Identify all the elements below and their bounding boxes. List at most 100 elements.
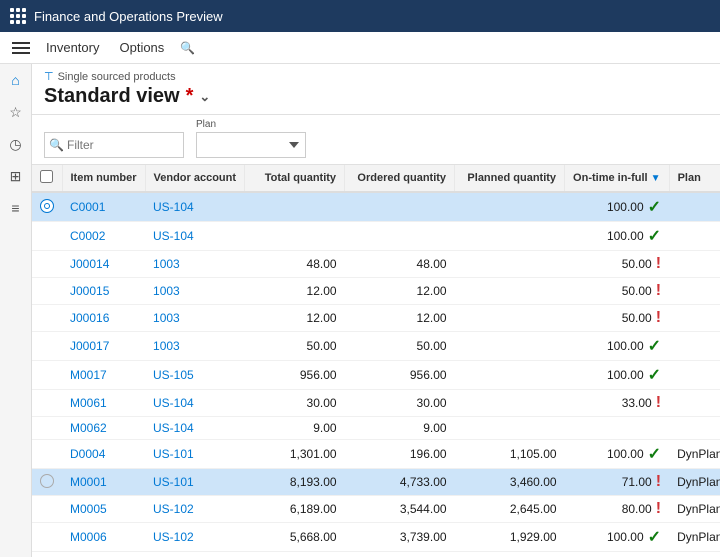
row-check-cell[interactable] <box>32 278 62 305</box>
table-body: C0001US-104100.00✓C0002US-104100.00✓J000… <box>32 192 720 557</box>
row-planned <box>455 417 565 440</box>
row-check-cell[interactable] <box>32 332 62 361</box>
vendor-link[interactable]: US-101 <box>153 475 194 489</box>
view-dropdown-chevron[interactable]: ⌄ <box>199 89 210 105</box>
table-row[interactable]: J00016100312.0012.0050.00! <box>32 305 720 332</box>
row-check-cell[interactable] <box>32 469 62 496</box>
table-row[interactable]: M0061US-10430.0030.0033.00! <box>32 390 720 417</box>
row-radio[interactable] <box>40 474 54 488</box>
row-check-cell[interactable] <box>32 361 62 390</box>
vendor-link[interactable]: 1003 <box>153 311 180 325</box>
row-item[interactable]: J00015 <box>62 278 145 305</box>
col-header-ordered[interactable]: Ordered quantity <box>345 165 455 192</box>
table-row[interactable]: J00017100350.0050.00100.00✓ <box>32 332 720 361</box>
sidebar-star-icon[interactable]: ☆ <box>4 100 28 124</box>
row-vendor: US-101 <box>145 469 245 496</box>
col-header-ontime[interactable]: On-time in-full ▼ <box>565 165 670 192</box>
item-link[interactable]: J00014 <box>70 257 109 271</box>
row-item[interactable]: M0005 <box>62 496 145 523</box>
table-row[interactable]: M0006US-1025,668.003,739.001,929.00100.0… <box>32 523 720 552</box>
vendor-link[interactable]: 1003 <box>153 257 180 271</box>
item-link[interactable]: M0001 <box>70 475 107 489</box>
item-link[interactable]: C0002 <box>70 229 105 243</box>
vendor-link[interactable]: US-104 <box>153 229 194 243</box>
item-link[interactable]: M0061 <box>70 396 107 410</box>
select-all-checkbox[interactable] <box>40 170 53 183</box>
col-header-plan[interactable]: Plan <box>669 165 720 192</box>
col-header-check[interactable] <box>32 165 62 192</box>
row-check-cell[interactable] <box>32 440 62 469</box>
row-item[interactable]: M0062 <box>62 417 145 440</box>
vendor-link[interactable]: 1003 <box>153 339 180 353</box>
menu-options[interactable]: Options <box>111 36 172 59</box>
row-planned <box>455 305 565 332</box>
sidebar-grid-icon[interactable]: ⊞ <box>4 164 28 188</box>
table-row[interactable]: J00014100348.0048.0050.00! <box>32 251 720 278</box>
vendor-link[interactable]: 1003 <box>153 284 180 298</box>
vendor-link[interactable]: US-104 <box>153 396 194 410</box>
item-link[interactable]: M0017 <box>70 368 107 382</box>
col-header-item[interactable]: Item number <box>62 165 145 192</box>
vendor-link[interactable]: US-104 <box>153 421 194 435</box>
row-item[interactable]: C0001 <box>62 192 145 222</box>
item-link[interactable]: M0062 <box>70 421 107 435</box>
row-check-cell[interactable] <box>32 222 62 251</box>
item-link[interactable]: M0006 <box>70 530 107 544</box>
row-planned: 1,929.00 <box>455 523 565 552</box>
vendor-link[interactable]: US-104 <box>153 200 194 214</box>
row-item[interactable]: M0008 <box>62 552 145 557</box>
table-row[interactable]: M0017US-105956.00956.00100.00✓ <box>32 361 720 390</box>
table-row[interactable]: J00015100312.0012.0050.00! <box>32 278 720 305</box>
row-planned <box>455 251 565 278</box>
item-link[interactable]: M0005 <box>70 502 107 516</box>
vendor-link[interactable]: US-101 <box>153 447 194 461</box>
item-link[interactable]: J00016 <box>70 311 109 325</box>
row-check-cell[interactable] <box>32 305 62 332</box>
row-item[interactable]: J00014 <box>62 251 145 278</box>
table-row[interactable]: D0004US-1011,301.00196.001,105.00100.00✓… <box>32 440 720 469</box>
col-header-total[interactable]: Total quantity <box>245 165 345 192</box>
row-item[interactable]: M0017 <box>62 361 145 390</box>
col-header-vendor[interactable]: Vendor account <box>145 165 245 192</box>
row-item[interactable]: M0001 <box>62 469 145 496</box>
row-check-cell[interactable] <box>32 417 62 440</box>
vendor-link[interactable]: US-105 <box>153 368 194 382</box>
col-header-planned[interactable]: Planned quantity <box>455 165 565 192</box>
filter-input-wrap: 🔍 <box>44 132 184 158</box>
sidebar-home-icon[interactable]: ⌂ <box>4 68 28 92</box>
row-item[interactable]: C0002 <box>62 222 145 251</box>
row-check-cell[interactable] <box>32 390 62 417</box>
row-item[interactable]: J00016 <box>62 305 145 332</box>
item-link[interactable]: D0004 <box>70 447 105 461</box>
row-item[interactable]: M0061 <box>62 390 145 417</box>
filter-input[interactable] <box>44 132 184 158</box>
table-row[interactable]: M0005US-1026,189.003,544.002,645.0080.00… <box>32 496 720 523</box>
sidebar-list-icon[interactable]: ≡ <box>4 196 28 220</box>
menu-inventory[interactable]: Inventory <box>38 36 107 59</box>
table-row[interactable]: M0008US-101529.00516.0013.0095.00!DynPla… <box>32 552 720 557</box>
item-link[interactable]: J00017 <box>70 339 109 353</box>
menu-search-icon[interactable]: 🔍 <box>176 37 199 59</box>
hamburger-menu[interactable] <box>8 38 34 58</box>
table-row[interactable]: M0062US-1049.009.00 <box>32 417 720 440</box>
item-link[interactable]: J00015 <box>70 284 109 298</box>
row-item[interactable]: D0004 <box>62 440 145 469</box>
vendor-link[interactable]: US-102 <box>153 502 194 516</box>
row-planned <box>455 390 565 417</box>
row-radio[interactable] <box>40 199 54 213</box>
row-item[interactable]: J00017 <box>62 332 145 361</box>
row-item[interactable]: M0006 <box>62 523 145 552</box>
sidebar-clock-icon[interactable]: ◷ <box>4 132 28 156</box>
row-check-cell[interactable] <box>32 552 62 557</box>
row-check-cell[interactable] <box>32 192 62 222</box>
table-row[interactable]: C0002US-104100.00✓ <box>32 222 720 251</box>
table-row[interactable]: C0001US-104100.00✓ <box>32 192 720 222</box>
table-row[interactable]: M0001US-1018,193.004,733.003,460.0071.00… <box>32 469 720 496</box>
row-check-cell[interactable] <box>32 251 62 278</box>
plan-select[interactable]: DynPlan <box>196 132 306 158</box>
row-check-cell[interactable] <box>32 496 62 523</box>
table-wrap[interactable]: Item number Vendor account Total quantit… <box>32 165 720 557</box>
row-check-cell[interactable] <box>32 523 62 552</box>
vendor-link[interactable]: US-102 <box>153 530 194 544</box>
item-link[interactable]: C0001 <box>70 200 105 214</box>
